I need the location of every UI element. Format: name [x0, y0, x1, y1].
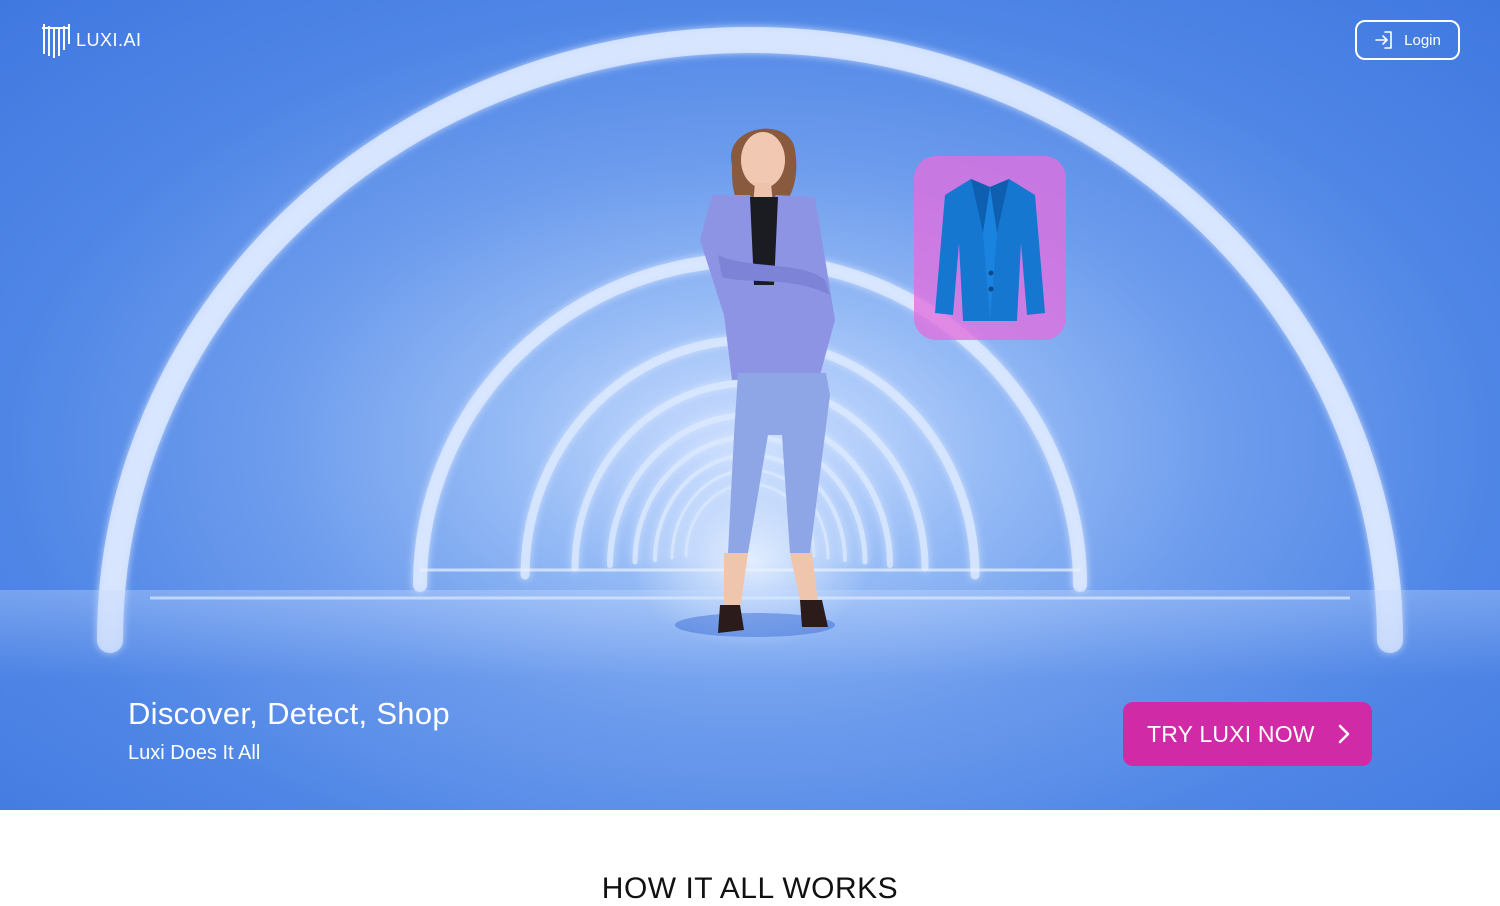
try-luxi-now-button[interactable]: TRY LUXI NOW: [1123, 702, 1372, 766]
detected-product-card[interactable]: [914, 156, 1066, 340]
model-photo: [675, 128, 835, 637]
brand-logo[interactable]: LUXI.AI: [40, 22, 142, 58]
login-arrow-icon: [1375, 31, 1392, 49]
cta-label: TRY LUXI NOW: [1147, 720, 1315, 747]
top-bar: LUXI.AI Login: [0, 0, 1500, 80]
hero-section: LUXI.AI Login Discover, Detect, Shop Lux…: [0, 0, 1500, 810]
section-title: HOW IT ALL WORKS: [601, 872, 899, 905]
hero-subheadline: Luxi Does It All: [128, 742, 261, 764]
blazer-icon: [935, 179, 1045, 321]
brand-name: LUXI.AI: [76, 29, 142, 50]
hero-headline: Discover, Detect, Shop: [128, 696, 450, 731]
login-button[interactable]: Login: [1355, 20, 1460, 60]
login-label: Login: [1404, 31, 1441, 49]
luxi-logo-icon: [42, 24, 70, 58]
chevron-right-icon: [1338, 724, 1350, 744]
